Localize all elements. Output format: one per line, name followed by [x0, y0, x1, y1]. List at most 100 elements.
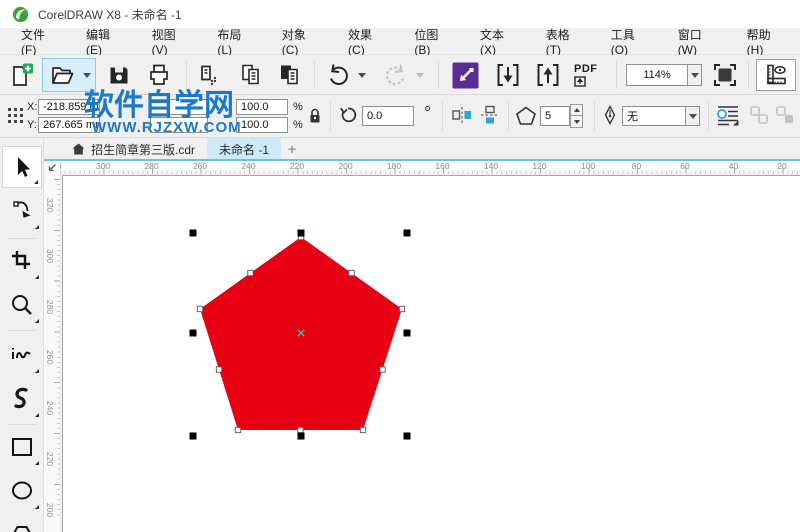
window-title: CorelDRAW X8 - 未命名 -1: [38, 6, 182, 23]
export-button[interactable]: [532, 58, 564, 92]
toolbox-separator: [8, 238, 36, 239]
polygon-points-field[interactable]: 5: [540, 106, 570, 126]
tab-document-2-active[interactable]: 未命名 -1: [207, 138, 281, 160]
publish-to-pdf-button[interactable]: PDF: [574, 58, 610, 92]
redo-button[interactable]: [380, 58, 412, 92]
ruler-origin-corner[interactable]: [44, 161, 60, 174]
tool-crop[interactable]: [2, 240, 42, 282]
polygon-points-spinner[interactable]: [570, 104, 583, 128]
tab-document-1[interactable]: 招生简章第三版.cdr: [60, 138, 207, 160]
rectangle-tool-icon: [9, 434, 35, 460]
wrap-text-button[interactable]: [714, 103, 742, 127]
open-dropdown-button[interactable]: [80, 73, 94, 78]
hruler-label: 260: [193, 161, 207, 171]
menu-item-6[interactable]: 位图(B): [401, 28, 467, 54]
mirror-horizontal-button[interactable]: [450, 103, 474, 127]
tool-polygon[interactable]: [2, 514, 42, 532]
scale-vertical-value: 100.0: [241, 119, 269, 131]
zoom-level-dropdown-button[interactable]: [688, 64, 702, 86]
freehand-tool-icon: [9, 342, 35, 368]
property-bar: X: -218.859 mm Y: 267.665 mm 100.0 % 100…: [0, 95, 800, 138]
vruler-label: 240: [45, 401, 55, 415]
open-button-group: [42, 58, 96, 92]
vertical-ruler[interactable]: 320300280260240220200: [44, 174, 60, 532]
zoom-level-field[interactable]: 114%: [626, 64, 688, 86]
menu-item-7[interactable]: 文本(X): [467, 28, 533, 54]
tool-zoom[interactable]: [2, 284, 42, 326]
propbar-separator: [508, 102, 509, 131]
chain-link-button-1[interactable]: [748, 103, 770, 127]
tool-shape[interactable]: [2, 190, 42, 232]
fullscreen-preview-button[interactable]: [708, 58, 742, 92]
mirror-vertical-button[interactable]: [478, 103, 502, 127]
new-document-button[interactable]: [7, 58, 37, 92]
y-position-field[interactable]: 267.665 mm: [38, 117, 100, 133]
spinner-down-button[interactable]: [570, 116, 583, 128]
new-tab-button[interactable]: +: [281, 138, 303, 160]
rotation-angle-field[interactable]: 0.0: [362, 106, 414, 126]
vruler-label: 220: [45, 452, 55, 466]
x-position-field[interactable]: -218.859 mm: [38, 99, 100, 115]
vruler-label: 320: [45, 198, 55, 212]
open-button[interactable]: [44, 62, 80, 88]
cut-button[interactable]: [194, 58, 224, 92]
hruler-label: 40: [729, 161, 738, 171]
page-area[interactable]: [62, 175, 800, 532]
menu-item-11[interactable]: 帮助(H): [734, 28, 800, 54]
chevron-down-icon: [416, 73, 424, 78]
drawing-canvas[interactable]: [60, 174, 800, 532]
menu-item-1[interactable]: 编辑(E): [73, 28, 139, 54]
chain-link-button-2[interactable]: [774, 103, 796, 127]
hruler-label: 240: [241, 161, 255, 171]
outline-width-field[interactable]: 无: [622, 106, 686, 126]
import-button[interactable]: [492, 58, 524, 92]
undo-dropdown-button[interactable]: [356, 58, 368, 92]
undo-button[interactable]: [322, 58, 354, 92]
tab-document-2-label: 未命名 -1: [219, 141, 269, 158]
chevron-down-icon: [691, 73, 699, 78]
scale-vertical-field[interactable]: 100.0: [236, 117, 288, 133]
redo-dropdown-button[interactable]: [414, 58, 426, 92]
object-height-field[interactable]: [150, 117, 208, 133]
menu-item-5[interactable]: 效果(C): [335, 28, 401, 54]
tool-freehand[interactable]: [2, 334, 42, 376]
menu-item-2[interactable]: 视图(V): [139, 28, 205, 54]
toolbox-separator: [8, 424, 36, 425]
hruler-label: 300: [96, 161, 110, 171]
horizontal-ruler[interactable]: 3203002802602402202001801601401201008060…: [44, 161, 800, 174]
zoom-tool-icon: [9, 292, 35, 318]
toolbar-separator: [616, 61, 617, 89]
scale-horizontal-field[interactable]: 100.0: [236, 99, 288, 115]
show-rulers-toggle[interactable]: [756, 59, 796, 91]
tool-rectangle[interactable]: [2, 426, 42, 468]
outline-width-dropdown-button[interactable]: [686, 106, 700, 126]
print-button[interactable]: [144, 58, 174, 92]
paste-button[interactable]: [274, 58, 306, 92]
menu-item-0[interactable]: 文件(F): [8, 28, 73, 54]
toolbar-separator: [186, 61, 187, 89]
menu-item-8[interactable]: 表格(T): [533, 28, 598, 54]
pick-tool-icon: [9, 154, 35, 180]
menu-item-3[interactable]: 布局(L): [204, 28, 268, 54]
spinner-up-button[interactable]: [570, 104, 583, 116]
vruler-label: 260: [45, 350, 55, 364]
menu-item-10[interactable]: 窗口(W): [665, 28, 734, 54]
vruler-label: 280: [45, 300, 55, 314]
propbar-separator: [708, 102, 709, 131]
search-content-button[interactable]: [450, 58, 480, 92]
lock-ratio-button[interactable]: [306, 103, 324, 127]
menu-item-9[interactable]: 工具(O): [598, 28, 665, 54]
y-position-value: 267.665 mm: [43, 119, 100, 131]
copy-button[interactable]: [236, 58, 268, 92]
tool-artistic-media[interactable]: [2, 378, 42, 420]
object-width-field[interactable]: [150, 99, 208, 115]
menu-item-4[interactable]: 对象(C): [269, 28, 335, 54]
save-button[interactable]: [104, 58, 134, 92]
x-position-value: -218.859 mm: [43, 101, 100, 113]
tool-ellipse[interactable]: [2, 470, 42, 512]
toolbar-separator: [748, 61, 749, 89]
pdf-label: PDF: [574, 63, 598, 75]
artistic-media-tool-icon: [9, 386, 35, 412]
tool-pick[interactable]: [2, 146, 42, 188]
title-bar: CorelDRAW X8 - 未命名 -1: [0, 0, 800, 28]
